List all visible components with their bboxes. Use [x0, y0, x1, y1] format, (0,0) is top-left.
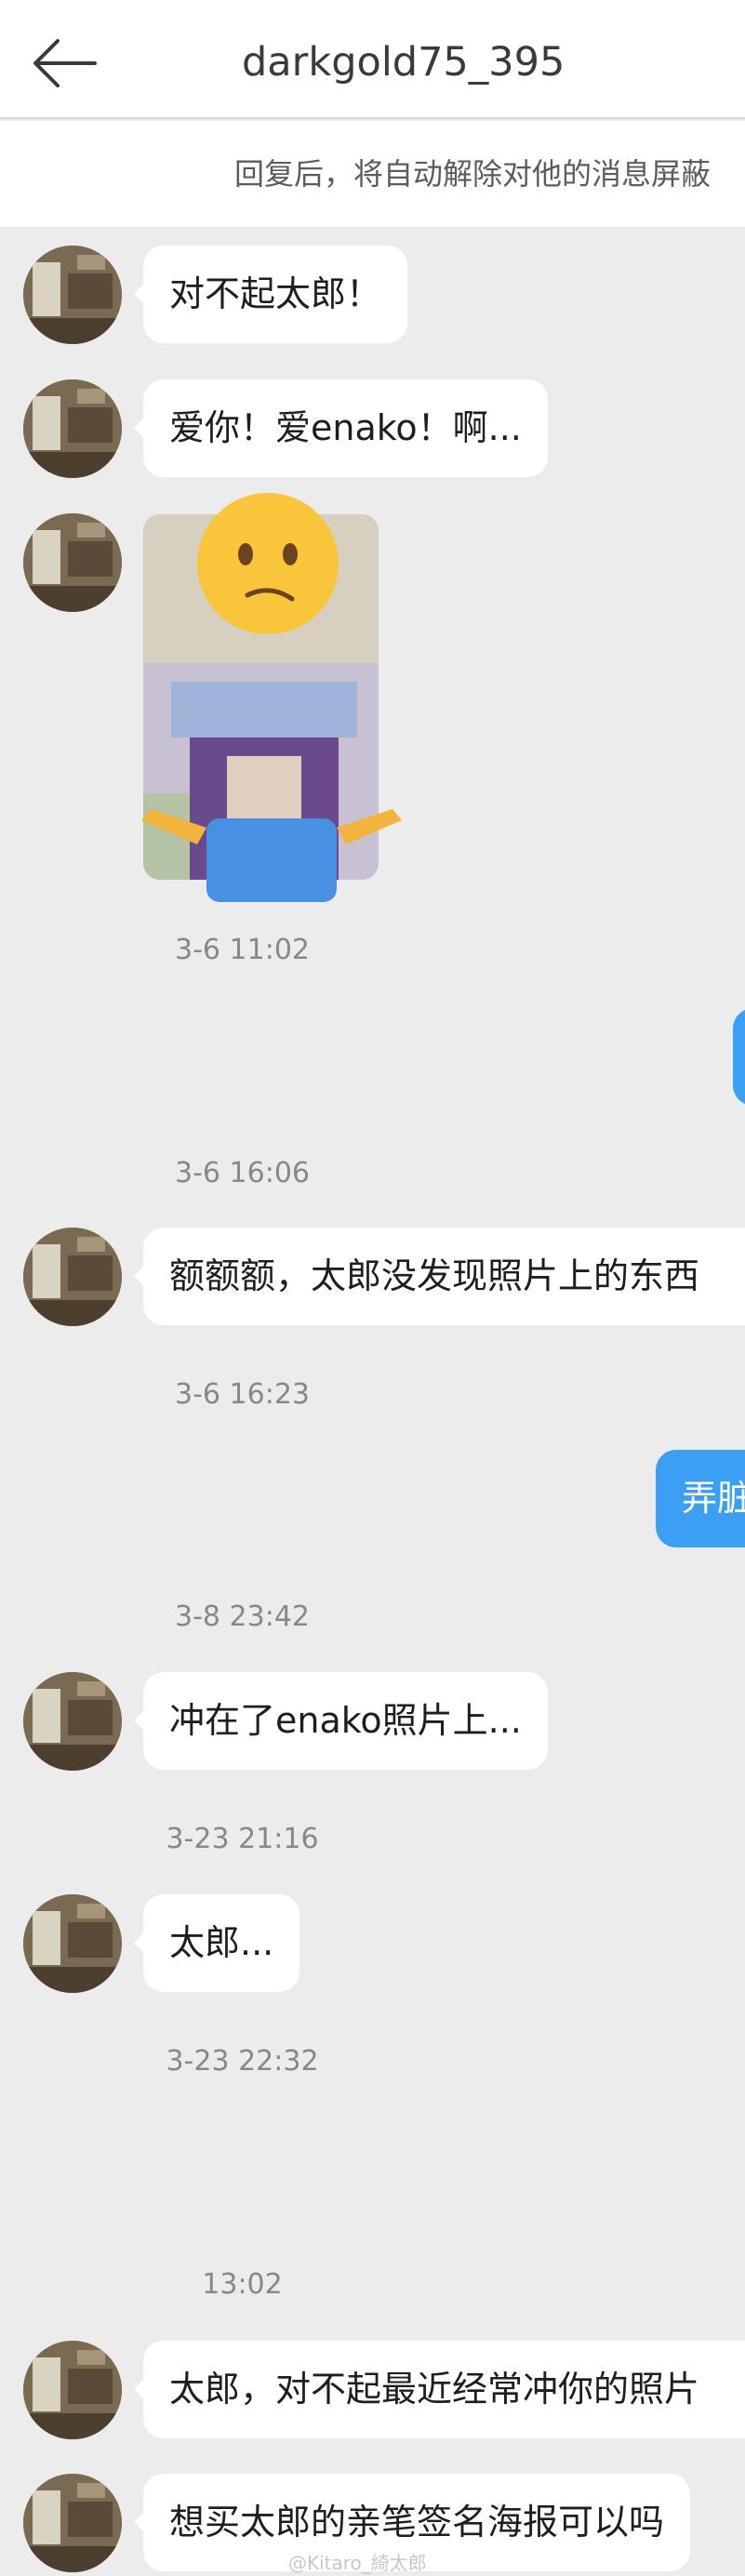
watermark: @Kitaro_綺太郎	[288, 2552, 427, 2574]
avatar[interactable]	[23, 1894, 122, 1993]
timestamp: 3-23 22:32	[166, 2045, 319, 2078]
avatar[interactable]	[23, 246, 122, 344]
timestamp: 13:02	[202, 2268, 283, 2301]
timestamp: 3-6 11:02	[175, 934, 310, 966]
room-photo-avatar-icon	[23, 379, 122, 478]
room-photo-avatar-icon	[23, 2341, 122, 2439]
timestamp: 3-6 16:23	[175, 1378, 310, 1411]
message-bubble-incoming[interactable]: 太郎，对不起最近经常冲你的照片	[134, 2341, 745, 2438]
shrug-arms-icon	[141, 809, 402, 902]
room-photo-avatar-icon	[23, 246, 122, 344]
room-photo-avatar-icon	[23, 1228, 122, 1326]
avatar[interactable]	[23, 2341, 122, 2439]
room-photo-avatar-icon	[23, 513, 122, 612]
conversation-title: darkgold75_395	[242, 39, 565, 86]
avatar[interactable]	[23, 1228, 122, 1326]
back-button[interactable]	[32, 35, 99, 91]
confused-face-emoji-icon	[197, 493, 339, 634]
avatar[interactable]	[23, 1672, 122, 1771]
message-bubble-incoming[interactable]: 额额额，太郎没发现照片上的东西	[134, 1228, 745, 1325]
message-bubble-outgoing[interactable]: 弄脏	[656, 1450, 745, 1547]
room-photo-avatar-icon	[23, 2474, 122, 2572]
timestamp: 3-6 16:06	[175, 1157, 310, 1189]
message-bubble-incoming[interactable]: 太郎...	[133, 1894, 300, 1992]
timestamp: 3-23 21:16	[166, 1823, 319, 1855]
top-bar: darkgold75_395	[0, 0, 745, 119]
timestamp: 3-8 23:42	[175, 1600, 310, 1633]
message-bubble-outgoing[interactable]	[733, 1008, 745, 1106]
block-notice-banner: 回复后，将自动解除对他的消息屏蔽	[0, 121, 745, 227]
avatar[interactable]	[23, 513, 122, 612]
room-photo-avatar-icon	[23, 1672, 122, 1771]
avatar[interactable]	[23, 379, 122, 478]
message-list[interactable]: 对不起太郎！ 爱你！爱enako！啊... 3-6 11:02 3-6 16:0…	[0, 227, 745, 2576]
arrow-left-icon	[33, 39, 97, 87]
message-bubble-incoming[interactable]: 冲在了enako照片上...	[134, 1672, 548, 1770]
message-bubble-incoming[interactable]: 对不起太郎！	[133, 246, 408, 343]
room-photo-avatar-icon	[23, 1894, 122, 1993]
block-notice-text: 回复后，将自动解除对他的消息屏蔽	[234, 156, 712, 192]
avatar[interactable]	[23, 2474, 122, 2572]
message-bubble-incoming[interactable]: 爱你！爱enako！啊...	[134, 379, 548, 477]
